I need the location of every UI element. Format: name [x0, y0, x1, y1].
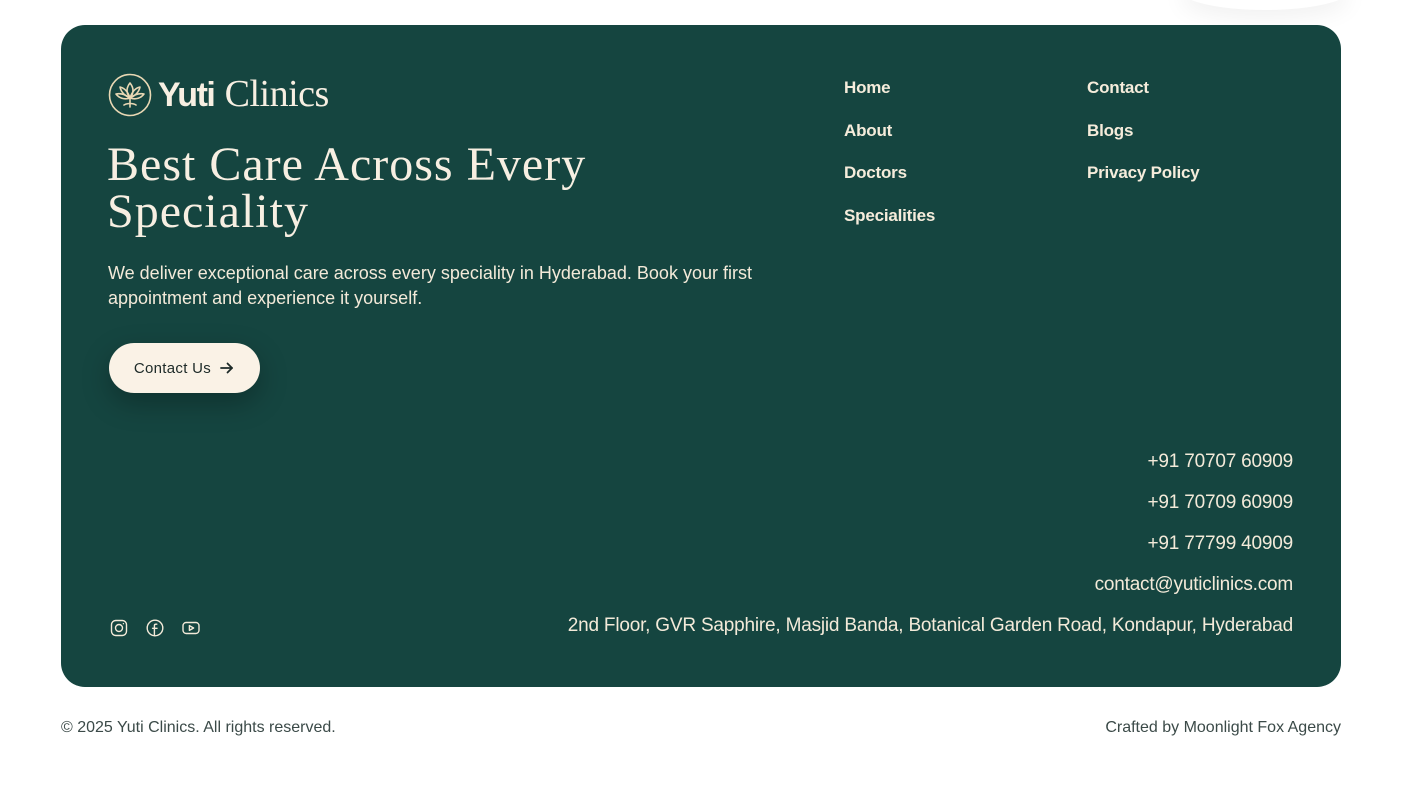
phone-link-1[interactable]: +91 70707 60909 — [568, 450, 1294, 474]
instagram-link[interactable] — [109, 618, 129, 638]
instagram-icon — [110, 619, 128, 637]
footer-intro-text: We deliver exceptional care across every… — [108, 263, 752, 308]
nav-link-contact[interactable]: Contact — [1087, 78, 1149, 97]
facebook-icon — [146, 619, 164, 637]
phone-link-3[interactable]: +91 77799 40909 — [568, 532, 1294, 556]
nav-link-specialities[interactable]: Specialities — [844, 206, 935, 225]
brand-logo[interactable]: Yuti Clinics — [108, 72, 329, 117]
brand-name: Yuti Clinics — [158, 72, 329, 117]
phone-link-2[interactable]: +91 70709 60909 — [568, 491, 1294, 515]
arrow-right-icon — [220, 362, 233, 374]
bottom-bar: © 2025 Yuti Clinics. All rights reserved… — [61, 719, 1341, 737]
nav-link-about[interactable]: About — [844, 121, 892, 140]
contact-us-button[interactable]: Contact Us — [109, 343, 260, 393]
contact-us-label: Contact Us — [133, 359, 212, 377]
footer-nav-primary: Home About Doctors Specialities — [844, 78, 935, 248]
nav-item-specialities[interactable]: Specialities — [844, 206, 935, 249]
social-links — [109, 618, 201, 638]
youtube-icon — [182, 621, 200, 635]
lotus-leaf-logo-icon — [108, 73, 152, 116]
brand-name-light: Clinics — [224, 73, 330, 115]
nav-item-home[interactable]: Home — [844, 78, 935, 121]
credit-link[interactable]: Crafted by Moonlight Fox Agency — [1105, 719, 1341, 737]
nav-item-blogs[interactable]: Blogs — [1087, 121, 1200, 164]
footer-card: Yuti Clinics Best Care Across Every Spec… — [61, 25, 1341, 687]
footer-headline: Best Care Across Every Speciality — [107, 138, 587, 238]
address-text: 2nd Floor, GVR Sapphire, Masjid Banda, B… — [567, 615, 1293, 636]
footer-nav-secondary: Contact Blogs Privacy Policy — [1087, 78, 1200, 206]
nav-link-home[interactable]: Home — [844, 78, 891, 97]
facebook-link[interactable] — [145, 618, 165, 638]
youtube-link[interactable] — [181, 618, 201, 638]
brand-name-strong: Yuti — [158, 76, 216, 114]
nav-link-privacy-policy[interactable]: Privacy Policy — [1087, 163, 1200, 182]
nav-item-privacy-policy[interactable]: Privacy Policy — [1087, 163, 1200, 206]
nav-item-about[interactable]: About — [844, 121, 935, 164]
nav-item-doctors[interactable]: Doctors — [844, 163, 935, 206]
copyright-text: © 2025 Yuti Clinics. All rights reserved… — [61, 719, 336, 736]
email-link[interactable]: contact@yuticlinics.com — [568, 573, 1294, 597]
header-shadow — [1180, 0, 1350, 10]
contact-details: +91 70707 60909 +91 70709 60909 +91 7779… — [568, 450, 1293, 638]
nav-link-doctors[interactable]: Doctors — [844, 163, 907, 182]
nav-link-blogs[interactable]: Blogs — [1087, 121, 1133, 140]
nav-item-contact[interactable]: Contact — [1087, 78, 1200, 121]
